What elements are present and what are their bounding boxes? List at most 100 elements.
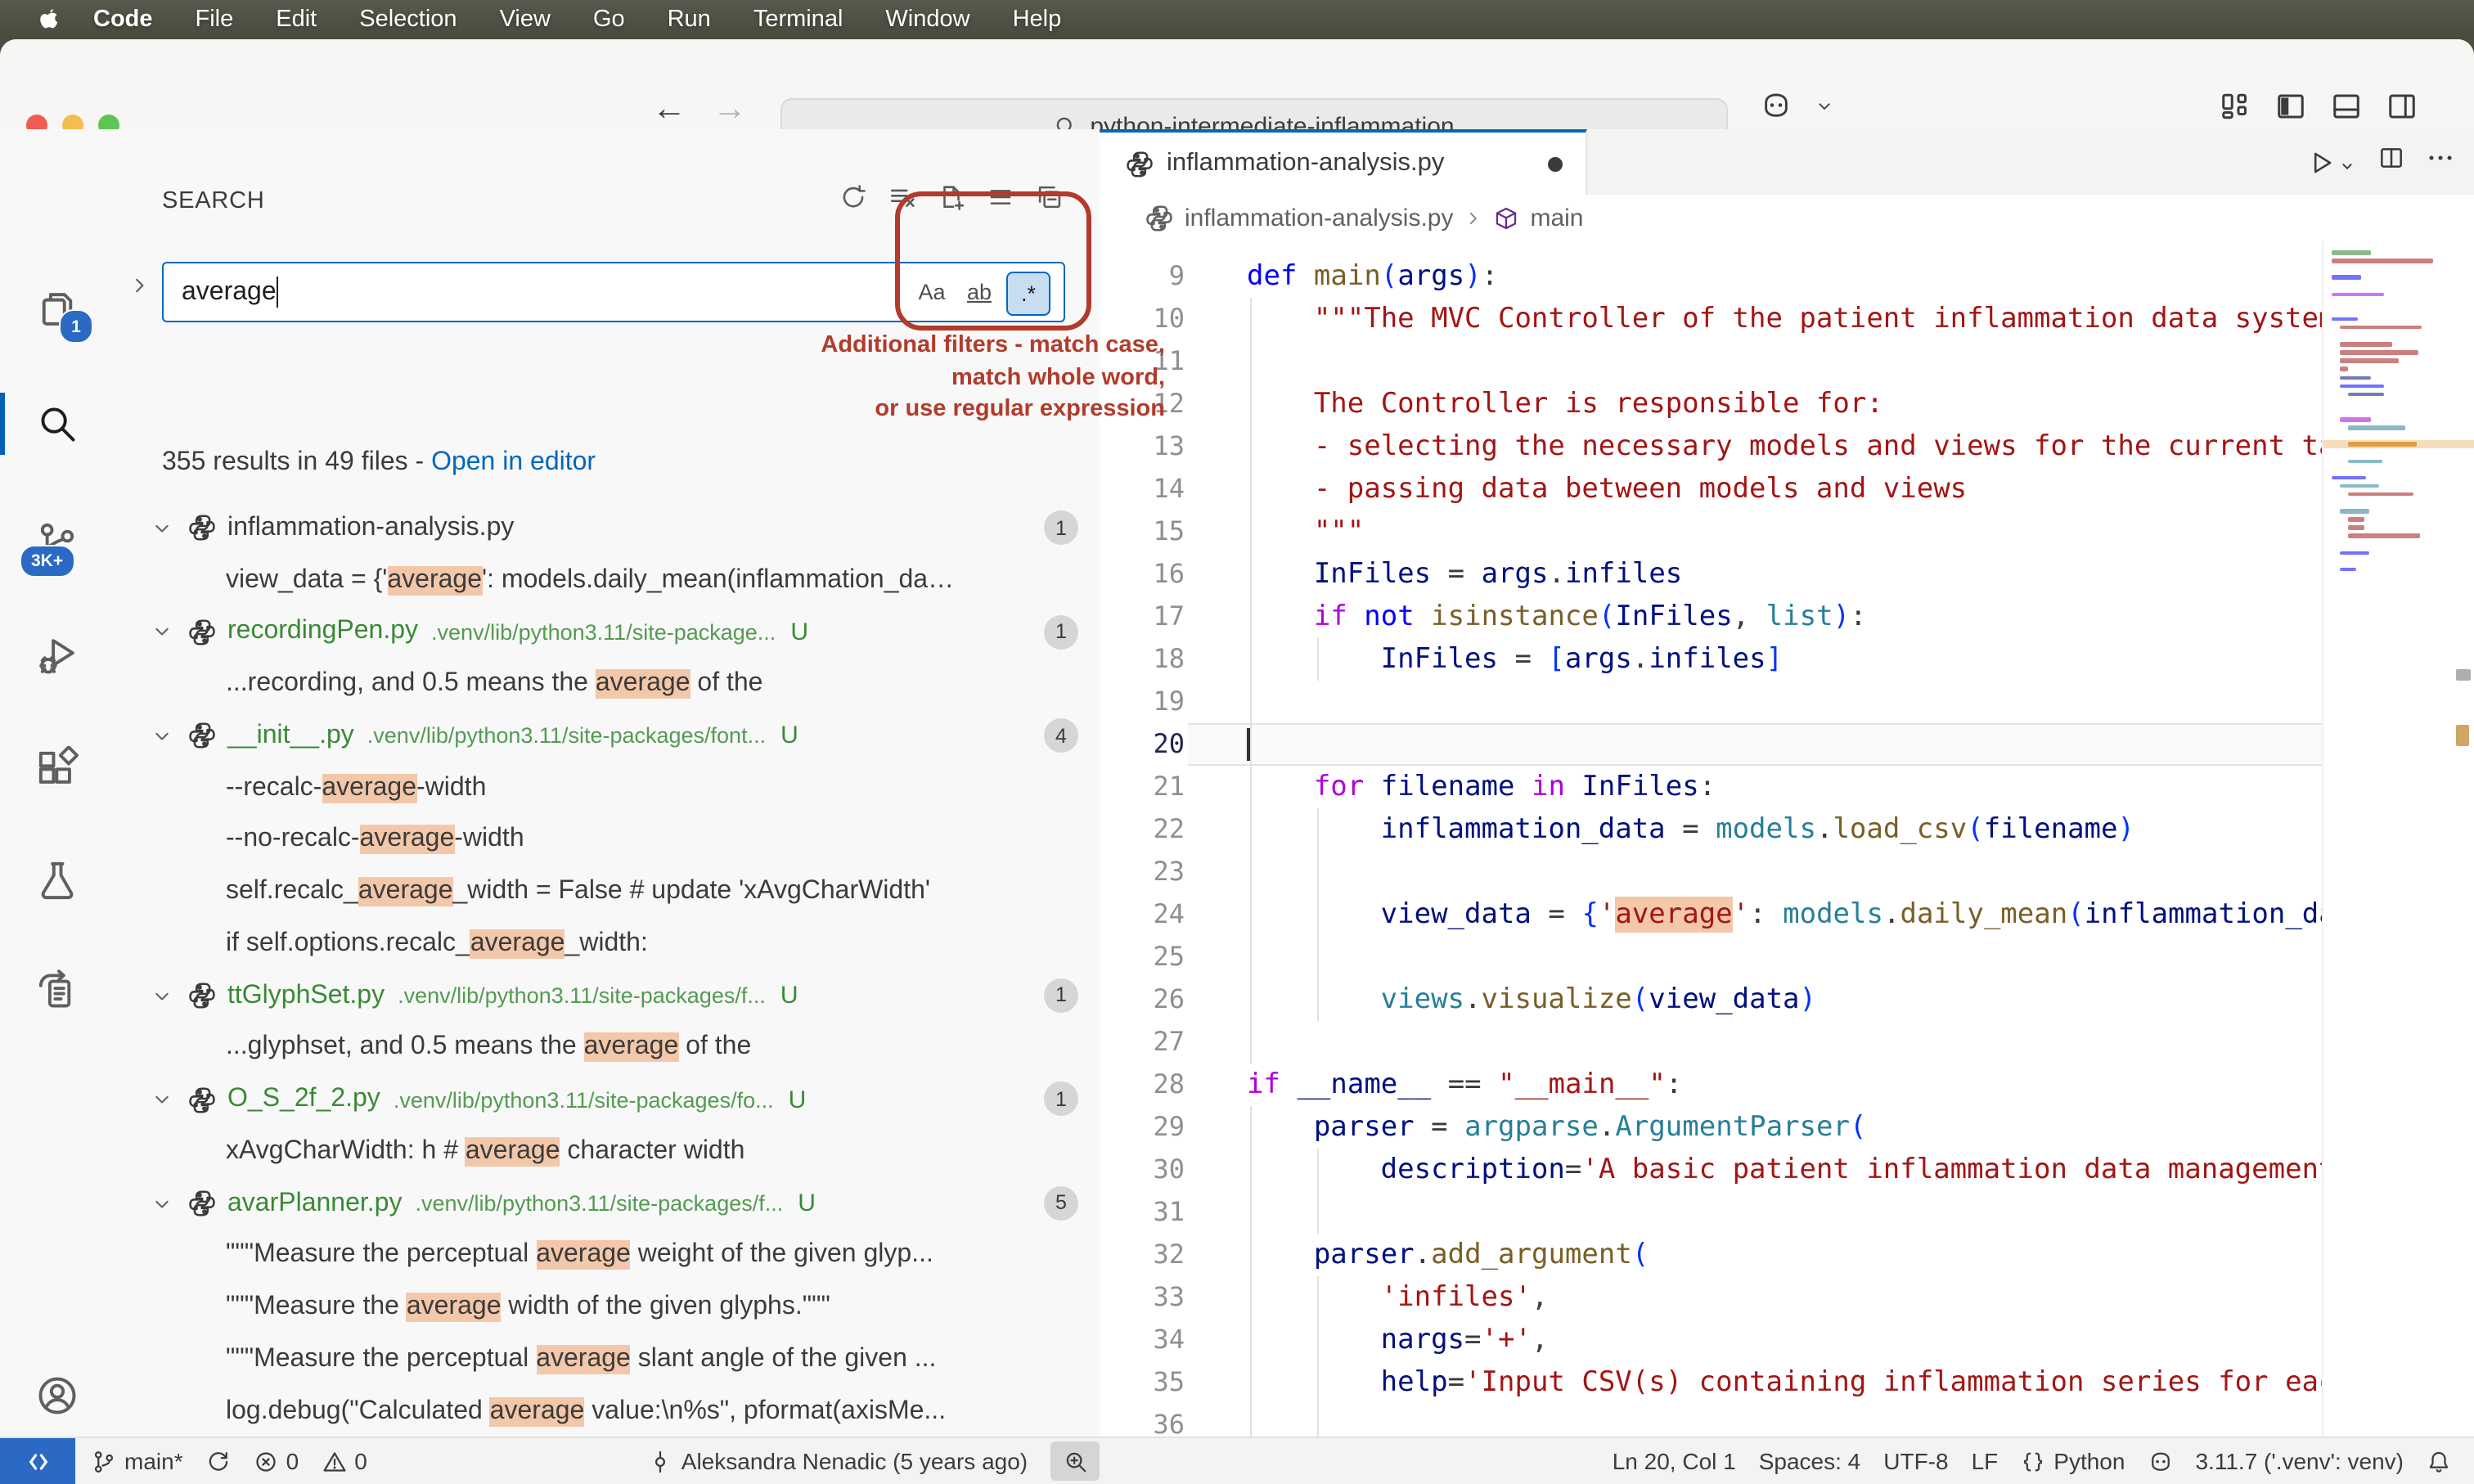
- result-match[interactable]: if self.options.recalc_average_width:: [115, 918, 1100, 970]
- code-line-15[interactable]: 15""": [1100, 510, 2474, 553]
- code-line-26[interactable]: 26views.visualize(view_data): [1100, 978, 2474, 1021]
- toggle-primary-sidebar-button[interactable]: [2274, 90, 2307, 131]
- menu-edit[interactable]: Edit: [254, 0, 338, 39]
- status-eol[interactable]: LF: [1972, 1448, 1999, 1474]
- result-file-avarPlanner.py[interactable]: avarPlanner.py.venv/lib/python3.11/site-…: [115, 1178, 1100, 1230]
- result-match[interactable]: ...glyphset, and 0.5 means the average o…: [115, 1022, 1100, 1074]
- menu-file[interactable]: File: [174, 0, 255, 39]
- code-line-23[interactable]: 23: [1100, 851, 2474, 893]
- toggle-secondary-sidebar-button[interactable]: [2386, 90, 2418, 131]
- menu-view[interactable]: View: [479, 0, 572, 39]
- code-line-30[interactable]: 30description='A basic patient inflammat…: [1100, 1149, 2474, 1191]
- code-line-27[interactable]: 27: [1100, 1021, 2474, 1064]
- code-line-16[interactable]: 16InFiles = args.infiles: [1100, 553, 2474, 596]
- code-line-13[interactable]: 13- selecting the necessary models and v…: [1100, 425, 2474, 468]
- result-file-__init__.py[interactable]: __init__.py.venv/lib/python3.11/site-pac…: [115, 710, 1100, 762]
- tab-inflammation-analysis[interactable]: inflammation-analysis.py: [1100, 129, 1587, 195]
- code-line-24[interactable]: 24view_data = {'average': models.daily_m…: [1100, 893, 2474, 936]
- activity-source-control[interactable]: 3K+: [0, 506, 115, 578]
- menu-terminal[interactable]: Terminal: [732, 0, 865, 39]
- code-line-25[interactable]: 25: [1100, 936, 2474, 978]
- status-encoding[interactable]: UTF-8: [1883, 1448, 1948, 1474]
- minimap[interactable]: [2322, 241, 2474, 1438]
- menu-window[interactable]: Window: [864, 0, 991, 39]
- toggle-replace-chevron[interactable]: [128, 273, 152, 298]
- status-blame[interactable]: Aleksandra Nenadic (5 years ago): [649, 1448, 1028, 1474]
- menu-code[interactable]: Code: [72, 0, 174, 39]
- result-match[interactable]: --no-recalc-average-width: [115, 814, 1100, 866]
- result-file-recordingPen.py[interactable]: recordingPen.py.venv/lib/python3.11/site…: [115, 606, 1100, 659]
- status-indentation[interactable]: Spaces: 4: [1759, 1448, 1861, 1474]
- go-forward-button[interactable]: →: [705, 88, 754, 131]
- code-line-36[interactable]: 36: [1100, 1404, 2474, 1438]
- activity-explorer[interactable]: 1: [0, 273, 115, 345]
- activity-extensions[interactable]: [0, 731, 115, 803]
- code-line-31[interactable]: 31: [1100, 1191, 2474, 1234]
- breadcrumb-symbol[interactable]: main: [1530, 204, 1583, 232]
- status-zoom[interactable]: [1050, 1441, 1100, 1481]
- code-line-11[interactable]: 11: [1100, 340, 2474, 383]
- activity-run-debug[interactable]: [0, 620, 115, 692]
- code-line-10[interactable]: 10"""The MVC Controller of the patient i…: [1100, 298, 2474, 340]
- code-line-9[interactable]: 9def main(args):: [1100, 255, 2474, 298]
- go-back-button[interactable]: ←: [645, 88, 694, 131]
- toggle-panel-button[interactable]: [2330, 90, 2363, 131]
- status-remote[interactable]: [0, 1438, 75, 1484]
- apple-logo-icon[interactable]: [23, 6, 72, 34]
- menu-selection[interactable]: Selection: [338, 0, 478, 39]
- result-match[interactable]: log.debug("Calculated average value:\n%s…: [115, 1386, 1100, 1438]
- result-file-O_S_2f_2.py[interactable]: O_S_2f_2.py.venv/lib/python3.11/site-pac…: [115, 1074, 1100, 1126]
- code-editor[interactable]: 9def main(args):10"""The MVC Controller …: [1100, 241, 2474, 1438]
- code-line-12[interactable]: 12The Controller is responsible for:: [1100, 383, 2474, 425]
- customize-layout-button[interactable]: [2219, 90, 2251, 131]
- activity-accounts[interactable]: [0, 1360, 115, 1432]
- status-notifications[interactable]: [2427, 1449, 2451, 1473]
- code-line-20[interactable]: 20: [1100, 723, 2474, 766]
- result-match[interactable]: view_data = {'average': models.daily_mea…: [115, 555, 1100, 607]
- status-language-mode[interactable]: Python: [2021, 1448, 2125, 1474]
- code-line-18[interactable]: 18InFiles = [args.infiles]: [1100, 638, 2474, 681]
- activity-references[interactable]: [0, 954, 115, 1026]
- menu-run[interactable]: Run: [646, 0, 732, 39]
- menu-go[interactable]: Go: [572, 0, 646, 39]
- status-copilot[interactable]: [2148, 1449, 2172, 1473]
- code-line-22[interactable]: 22inflammation_data = models.load_csv(fi…: [1100, 808, 2474, 851]
- status-warnings[interactable]: 0: [322, 1448, 367, 1474]
- run-python-file-button[interactable]: [2307, 148, 2356, 176]
- status-errors[interactable]: 0: [254, 1448, 299, 1474]
- unsaved-dot-icon[interactable]: [1548, 156, 1563, 171]
- status-sync[interactable]: [206, 1449, 231, 1473]
- result-match[interactable]: """Measure the average width of the give…: [115, 1282, 1100, 1334]
- status-python-interpreter[interactable]: 3.11.7 ('.venv': venv): [2195, 1448, 2404, 1474]
- code-line-34[interactable]: 34nargs='+',: [1100, 1319, 2474, 1361]
- code-line-32[interactable]: 32parser.add_argument(: [1100, 1234, 2474, 1276]
- result-match[interactable]: """Measure the perceptual average weight…: [115, 1230, 1100, 1282]
- result-match[interactable]: """Measure the perceptual average slant …: [115, 1333, 1100, 1386]
- split-editor-button[interactable]: [2377, 144, 2405, 180]
- match-highlight: average: [466, 1137, 560, 1167]
- activity-search[interactable]: [0, 388, 115, 460]
- copilot-menu[interactable]: [1761, 90, 1834, 121]
- status-branch[interactable]: main*: [92, 1448, 183, 1474]
- breadcrumb-file[interactable]: inflammation-analysis.py: [1185, 204, 1453, 232]
- code-line-28[interactable]: 28if __name__ == "__main__":: [1100, 1064, 2474, 1106]
- code-line-19[interactable]: 19: [1100, 681, 2474, 723]
- open-in-editor-link[interactable]: Open in editor: [431, 448, 596, 476]
- code-line-35[interactable]: 35help='Input CSV(s) containing inflamma…: [1100, 1361, 2474, 1404]
- menu-help[interactable]: Help: [992, 0, 1083, 39]
- code-line-17[interactable]: 17if not isinstance(InFiles, list):: [1100, 596, 2474, 638]
- status-cursor-position[interactable]: Ln 20, Col 1: [1613, 1448, 1736, 1474]
- result-match[interactable]: ...recording, and 0.5 means the average …: [115, 659, 1100, 711]
- code-line-33[interactable]: 33'infiles',: [1100, 1276, 2474, 1319]
- result-match[interactable]: xAvgCharWidth: h # average character wid…: [115, 1126, 1100, 1178]
- more-actions-button[interactable]: [2427, 144, 2454, 180]
- result-file-inflammation-analysis.py[interactable]: inflammation-analysis.py1: [115, 502, 1100, 555]
- result-file-ttGlyphSet.py[interactable]: ttGlyphSet.py.venv/lib/python3.11/site-p…: [115, 970, 1100, 1023]
- code-line-21[interactable]: 21for filename in InFiles:: [1100, 766, 2474, 808]
- code-line-29[interactable]: 29parser = argparse.ArgumentParser(: [1100, 1106, 2474, 1149]
- activity-testing[interactable]: [0, 844, 115, 916]
- code-line-14[interactable]: 14- passing data between models and view…: [1100, 468, 2474, 510]
- refresh-results-button[interactable]: [839, 183, 867, 219]
- result-match[interactable]: --recalc-average-width: [115, 762, 1100, 815]
- result-match[interactable]: self.recalc_average_width = False # upda…: [115, 866, 1100, 919]
